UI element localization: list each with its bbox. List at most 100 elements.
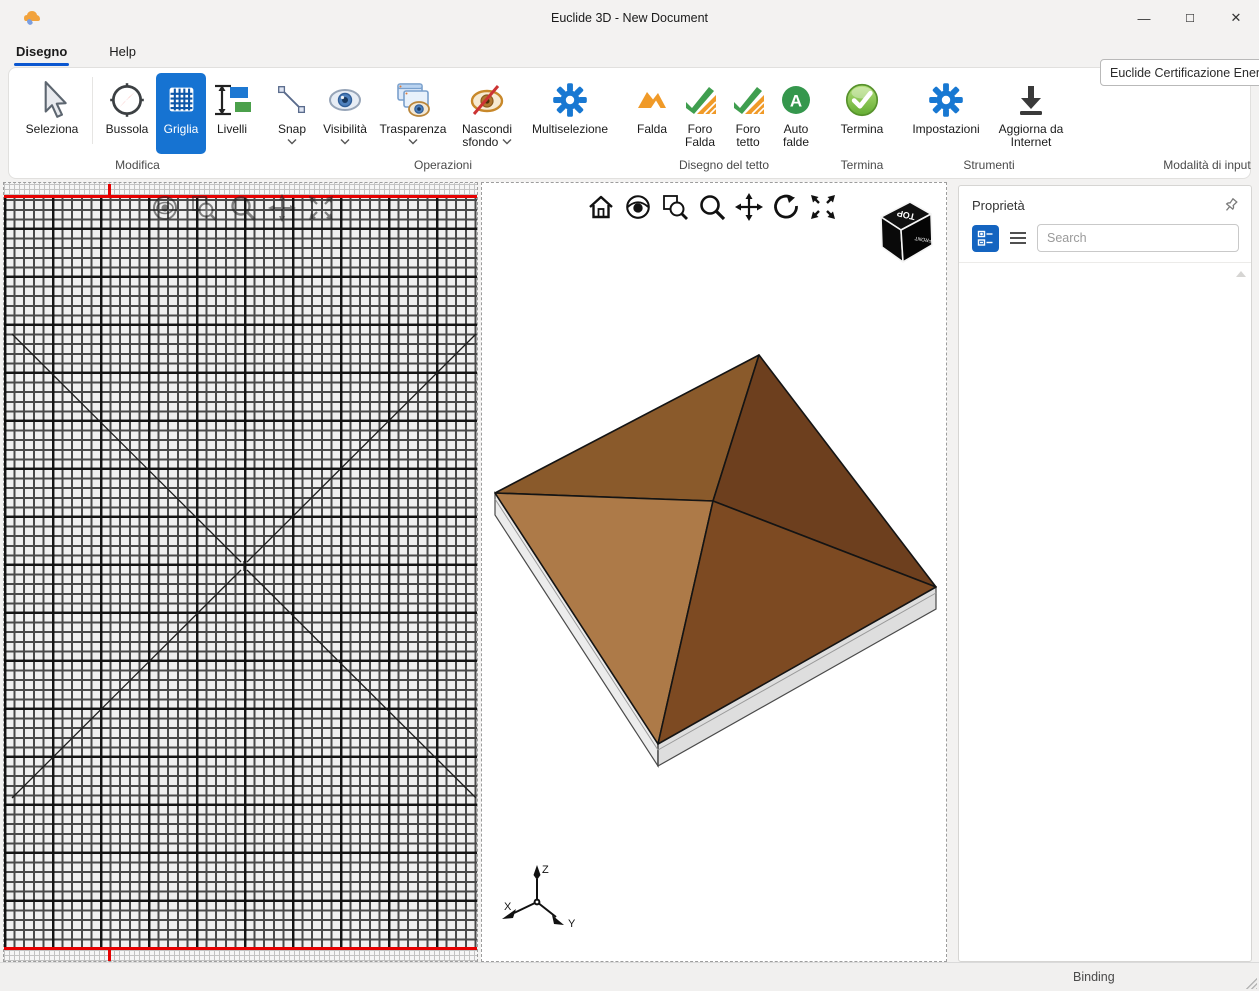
categorized-view-button[interactable]: [972, 225, 999, 252]
window-title: Euclide 3D - New Document: [0, 11, 1259, 25]
roof-pitch-icon: [632, 76, 672, 123]
fullscreen-icon[interactable]: [808, 192, 838, 222]
check-circle-icon: [841, 76, 883, 123]
properties-panel: Proprietà: [958, 185, 1252, 962]
properties-body: [959, 263, 1251, 951]
close-button[interactable]: ✕: [1213, 0, 1259, 36]
search-input[interactable]: [1037, 224, 1239, 252]
ribbon-group-termina: Termina Termina: [826, 73, 898, 178]
transparency-icon: [390, 76, 436, 123]
roof-plan-lines: [4, 183, 478, 962]
selection-boundary-line: [4, 947, 477, 950]
termina-button[interactable]: Termina: [832, 73, 892, 154]
ribbon-group-operazioni: Snap Visibilità: [264, 73, 622, 178]
selection-tick: [108, 184, 111, 197]
layers-icon: [210, 76, 254, 123]
home-icon[interactable]: [586, 192, 616, 222]
multiselezione-button[interactable]: Multiselezione: [524, 73, 616, 154]
chevron-down-icon: [340, 137, 350, 145]
axis-y-label: Y: [568, 918, 576, 930]
bussola-button[interactable]: Bussola: [98, 73, 156, 154]
roof-hole-icon: [680, 76, 720, 123]
view-3d-toolbar: [586, 192, 838, 222]
group-label-modifica: Modifica: [17, 154, 258, 178]
eye-icon[interactable]: [623, 192, 653, 222]
zoom-icon[interactable]: [697, 192, 727, 222]
nascondi-sfondo-button[interactable]: Nascondi sfondo: [450, 73, 524, 154]
view-3d[interactable]: TOP FRONT Z X Y: [481, 182, 947, 962]
pan-icon[interactable]: [734, 192, 764, 222]
selection-tick: [108, 948, 111, 961]
chevron-down-icon: [408, 137, 418, 145]
categorized-icon: [977, 230, 994, 247]
visibilita-button[interactable]: Visibilità: [314, 73, 376, 154]
zoom-selection-icon[interactable]: [189, 193, 219, 223]
ribbon-group-strumenti: Impostazioni Aggiorna da Internet Strume…: [898, 73, 1080, 178]
snap-button[interactable]: Snap: [270, 73, 314, 154]
chevron-down-icon: [287, 137, 297, 145]
ribbon-group-modifica: Seleziona Bussola: [11, 73, 264, 178]
view-2d-toolbar: [150, 193, 336, 223]
foro-falda-button[interactable]: Foro Falda: [676, 73, 724, 154]
griglia-button[interactable]: Griglia: [156, 73, 206, 154]
axis-gizmo: Z X Y: [490, 857, 600, 947]
compass-icon: [106, 76, 148, 123]
group-label-disegno-del-tetto: Disegno del tetto: [628, 154, 820, 178]
cursor-icon: [31, 76, 73, 123]
aggiorna-da-internet-button[interactable]: Aggiorna da Internet: [988, 73, 1074, 154]
impostazioni-button[interactable]: Impostazioni: [904, 73, 988, 154]
livelli-button[interactable]: Livelli: [206, 73, 258, 154]
download-icon: [1011, 76, 1051, 123]
list-icon: [1009, 231, 1027, 245]
chevron-down-icon: [502, 138, 512, 145]
tab-disegno[interactable]: Disegno: [14, 40, 69, 63]
navigation-cube[interactable]: TOP FRONT: [872, 195, 936, 271]
ribbon: Seleziona Bussola: [8, 67, 1251, 179]
falda-button[interactable]: Falda: [628, 73, 676, 154]
title-bar: Euclide 3D - New Document — ☐ ✕: [0, 0, 1259, 36]
input-mode-select[interactable]: Euclide Certificazione Energetica: [1100, 59, 1259, 86]
trasparenza-button[interactable]: Trasparenza: [376, 73, 450, 154]
eye-icon[interactable]: [150, 193, 180, 223]
resize-grip[interactable]: [1245, 977, 1257, 989]
axis-x-label: X: [504, 901, 512, 913]
maximize-button[interactable]: ☐: [1167, 0, 1213, 36]
zoom-icon[interactable]: [228, 193, 258, 223]
scroll-up-arrow[interactable]: [1236, 271, 1246, 277]
pan-icon[interactable]: [267, 193, 297, 223]
svg-text:A: A: [790, 91, 802, 110]
pin-icon[interactable]: [1223, 197, 1239, 213]
roof-hole-icon: [728, 76, 768, 123]
status-binding-text: Binding: [1073, 970, 1115, 984]
status-bar: Binding: [0, 962, 1259, 991]
tab-help[interactable]: Help: [107, 40, 138, 63]
foro-tetto-button[interactable]: Foro tetto: [724, 73, 772, 154]
axis-z-label: Z: [542, 864, 549, 876]
seleziona-button[interactable]: Seleziona: [17, 73, 87, 154]
eye-icon: [323, 76, 367, 123]
hidden-eye-icon: [464, 76, 510, 123]
roof-3d-model: [482, 183, 947, 962]
group-label-modalita-di-input: Modalità di input: [1086, 154, 1259, 178]
menu-bar: Disegno Help: [0, 36, 1259, 66]
divider: [92, 77, 93, 144]
group-label-strumenti: Strumenti: [904, 154, 1074, 178]
minimize-button[interactable]: —: [1121, 0, 1167, 36]
gear-icon: [925, 76, 967, 123]
view-2d-plan[interactable]: [3, 182, 478, 962]
ribbon-group-modalita-di-input: Euclide Certificazione Energetica Modali…: [1080, 73, 1259, 178]
app-window: { "window": { "title": "Euclide 3D - New…: [0, 0, 1259, 991]
rotate-icon[interactable]: [771, 192, 801, 222]
grid-icon: [162, 76, 200, 123]
group-label-operazioni: Operazioni: [270, 154, 616, 178]
fullscreen-icon[interactable]: [306, 193, 336, 223]
ribbon-group-disegno-del-tetto: Falda Foro Falda: [622, 73, 826, 178]
list-view-button[interactable]: [1006, 225, 1030, 252]
snap-line-icon: [273, 76, 311, 123]
zoom-selection-icon[interactable]: [660, 192, 690, 222]
gear-icon: [549, 76, 591, 123]
properties-title: Proprietà: [972, 198, 1223, 213]
auto-falde-button[interactable]: A Auto falde: [772, 73, 820, 154]
group-label-termina: Termina: [832, 154, 892, 178]
auto-roof-icon: A: [776, 76, 816, 123]
